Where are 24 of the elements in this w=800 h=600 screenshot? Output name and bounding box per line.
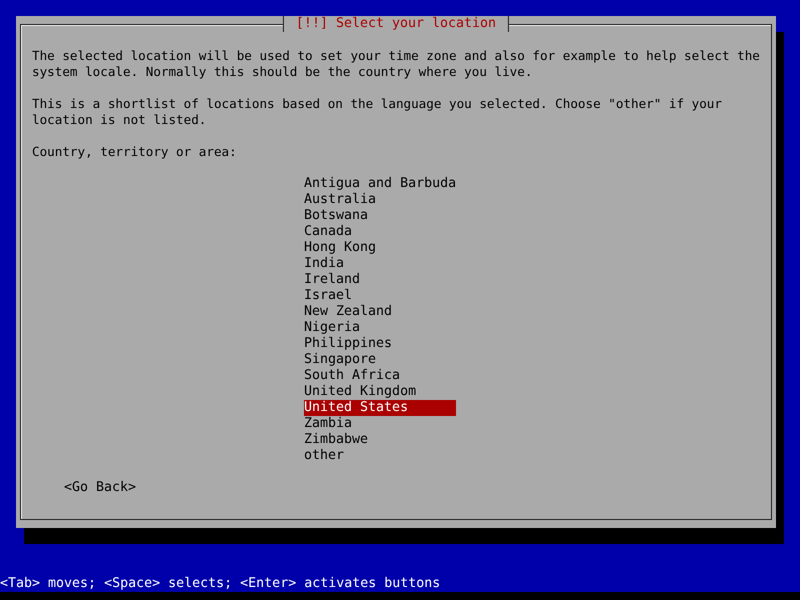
dialog-title: [!!] Select your location [282,16,510,32]
country-option[interactable]: Antigua and Barbuda [304,176,456,192]
country-option[interactable]: other [304,448,456,464]
country-option[interactable]: Israel [304,288,456,304]
description-text: The selected location will be used to set your time zone and also for example to help select the system locale. Normally this should be the country where you live. [32,48,761,80]
country-option[interactable]: New Zealand [304,304,456,320]
country-option[interactable]: Canada [304,224,456,240]
go-back-button[interactable]: <Go Back> [64,480,136,496]
country-option[interactable]: Zimbabwe [304,432,456,448]
description-text: This is a shortlist of locations based on the language you selected. Choose "other" if your location is not listed. [32,96,723,128]
country-option[interactable]: Zambia [304,416,456,432]
country-option[interactable]: Philippines [304,336,456,352]
country-option[interactable]: Ireland [304,272,456,288]
country-option[interactable]: Hong Kong [304,240,456,256]
country-option[interactable]: Singapore [304,352,456,368]
country-option[interactable]: United Kingdom [304,384,456,400]
country-option[interactable]: South Africa [304,368,456,384]
status-bar-hint: <Tab> moves; <Space> selects; <Enter> activates buttons [0,576,442,592]
country-option[interactable]: Australia [304,192,456,208]
country-option[interactable]: United States [304,400,456,416]
list-label: Country, territory or area: [32,144,238,160]
country-option[interactable]: Botswana [304,208,456,224]
country-option[interactable]: India [304,256,456,272]
country-option[interactable]: Nigeria [304,320,456,336]
